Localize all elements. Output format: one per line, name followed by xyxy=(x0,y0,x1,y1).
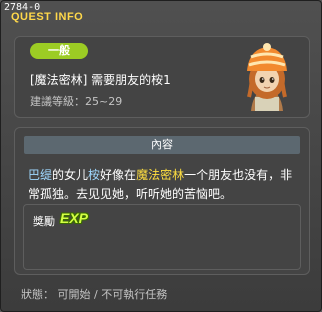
exp-icon: EXP xyxy=(60,210,89,226)
map-name-highlight: 魔法密林 xyxy=(136,168,185,182)
quest-info-window: 2784-0 QUEST INFO 一般 [魔法密林] 需要朋友的桉1 建議等級… xyxy=(0,0,322,312)
reward-label: 獎勵 xyxy=(33,215,55,228)
category-badge: 一般 xyxy=(30,43,88,59)
quest-description: 巴缇的女儿桉好像在魔法密林一个朋友也没有，非常孤独。去见见她，听听她的苦恼吧。 xyxy=(28,166,300,204)
quest-summary-panel: 一般 [魔法密林] 需要朋友的桉1 建議等級：25~29 xyxy=(14,36,310,118)
npc-portrait-icon xyxy=(247,43,287,111)
quest-content-panel: 內容 巴缇的女儿桉好像在魔法密林一个朋友也没有，非常孤独。去见见她，听听她的苦恼… xyxy=(14,127,310,275)
window-title: QUEST INFO xyxy=(11,11,84,23)
quest-status: 狀態： 可開始 / 不可執行任務 xyxy=(21,288,168,301)
content-header: 內容 xyxy=(24,136,300,154)
desc-text: 的女儿 xyxy=(52,168,89,182)
reward-box: 獎勵 EXP xyxy=(23,204,301,270)
npc-name-highlight: 桉 xyxy=(88,168,101,182)
quest-name: [魔法密林] 需要朋友的桉1 xyxy=(30,73,171,87)
npc-name-highlight: 巴缇 xyxy=(28,168,53,182)
recommended-level: 建議等級：25~29 xyxy=(30,95,123,108)
desc-text: 好像在 xyxy=(100,168,137,182)
